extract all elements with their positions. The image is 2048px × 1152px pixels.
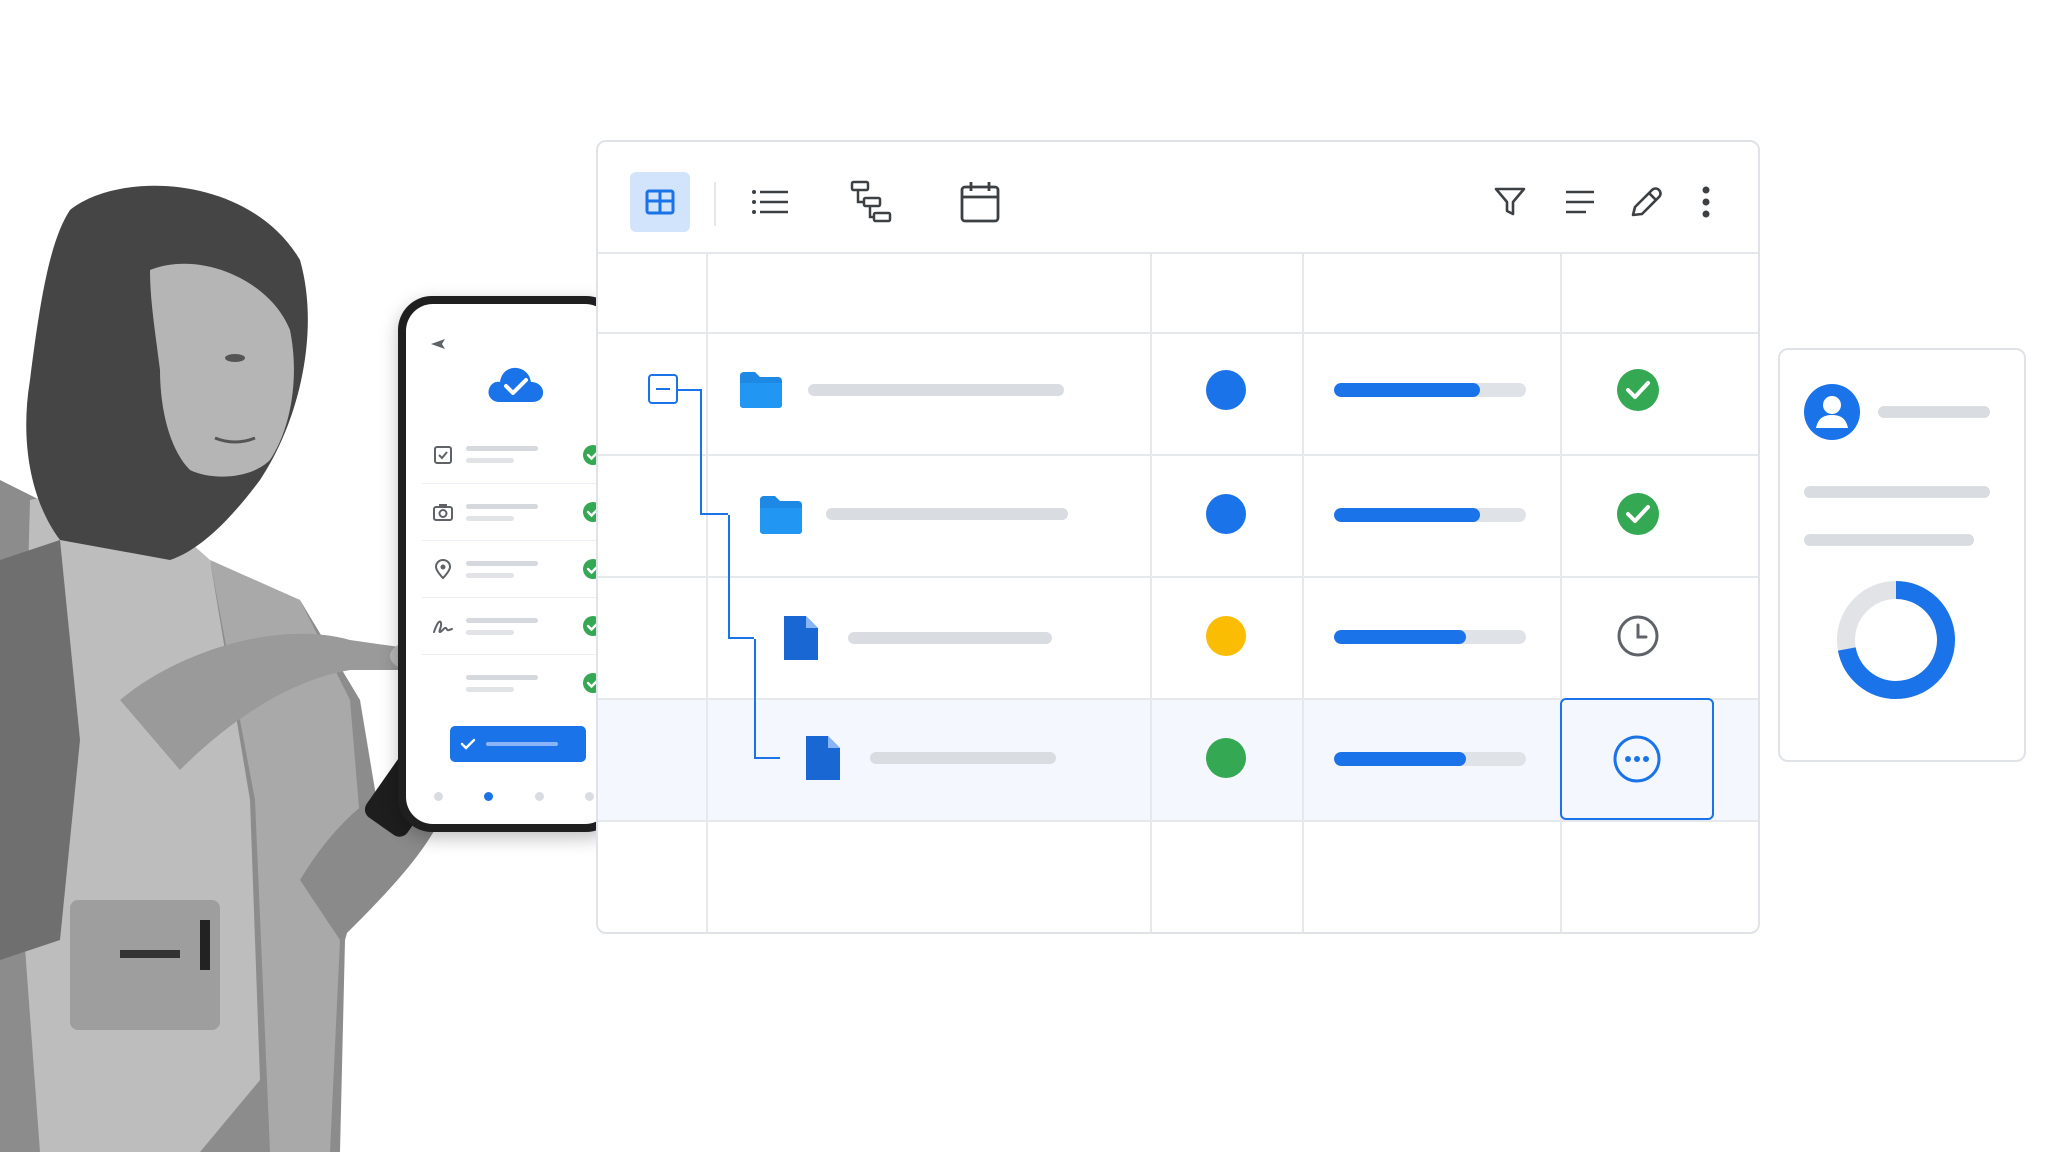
sort-button[interactable] bbox=[1558, 180, 1602, 224]
edit-button[interactable] bbox=[1624, 180, 1668, 224]
list-icon bbox=[752, 190, 788, 214]
camera-icon bbox=[433, 504, 453, 521]
stage bbox=[0, 0, 2048, 1152]
progress-bar bbox=[1334, 752, 1526, 766]
check-icon bbox=[460, 738, 476, 750]
selected-cell[interactable] bbox=[1560, 698, 1714, 820]
toolbar-divider bbox=[714, 182, 716, 226]
item-name-placeholder bbox=[848, 632, 1052, 644]
data-table-window bbox=[596, 140, 1760, 934]
row-divider bbox=[598, 576, 1758, 578]
progress-bar bbox=[1334, 383, 1526, 397]
summary-card bbox=[1778, 348, 2026, 762]
checklist-item[interactable] bbox=[422, 597, 612, 654]
signature-icon bbox=[433, 620, 453, 634]
progress-bar bbox=[1334, 630, 1526, 644]
page-dot[interactable] bbox=[534, 792, 544, 801]
phone-device bbox=[398, 296, 620, 832]
check-circle-icon bbox=[1617, 493, 1659, 535]
row-divider bbox=[598, 454, 1758, 456]
clock-icon bbox=[1617, 615, 1659, 657]
status-dot bbox=[1206, 616, 1246, 656]
page-indicator[interactable] bbox=[434, 792, 594, 801]
checkbox-icon bbox=[434, 445, 452, 464]
grid-icon bbox=[645, 189, 675, 215]
filter-icon bbox=[1494, 187, 1526, 216]
hierarchy-view-button[interactable] bbox=[842, 172, 902, 232]
folder-icon bbox=[740, 372, 782, 408]
collapse-toggle[interactable] bbox=[648, 374, 678, 404]
hierarchy-icon bbox=[850, 180, 892, 223]
tree-connector bbox=[678, 389, 700, 391]
page-dot[interactable] bbox=[434, 792, 443, 801]
submit-button[interactable] bbox=[450, 726, 586, 762]
calendar-icon bbox=[960, 182, 1000, 223]
row-divider bbox=[598, 332, 1758, 334]
checklist-item[interactable] bbox=[422, 654, 612, 711]
card-title-placeholder bbox=[1878, 406, 1990, 418]
check-circle-icon bbox=[1617, 369, 1659, 411]
page-dot-active[interactable] bbox=[484, 792, 494, 801]
location-icon bbox=[434, 558, 452, 580]
checklist-item[interactable] bbox=[422, 426, 612, 483]
filter-button[interactable] bbox=[1488, 180, 1532, 224]
checklist-item[interactable] bbox=[422, 483, 612, 540]
donut-chart bbox=[1837, 581, 1955, 699]
card-text-placeholder bbox=[1804, 534, 1974, 546]
row-divider bbox=[598, 820, 1758, 822]
checklist-item[interactable] bbox=[422, 540, 612, 597]
column-divider bbox=[1150, 254, 1152, 932]
card-text-placeholder bbox=[1804, 486, 1990, 498]
tree-connector bbox=[754, 639, 780, 759]
column-divider bbox=[1302, 254, 1304, 932]
grid-view-button[interactable] bbox=[630, 172, 690, 232]
toolbar bbox=[598, 142, 1758, 254]
calendar-view-button[interactable] bbox=[950, 172, 1010, 232]
airplane-icon bbox=[431, 339, 445, 349]
edit-icon bbox=[1631, 187, 1662, 217]
phone-checklist bbox=[422, 426, 612, 711]
document-icon bbox=[784, 616, 818, 660]
folder-icon bbox=[760, 496, 802, 534]
status-dot bbox=[1206, 738, 1246, 778]
more-vertical-icon bbox=[1702, 186, 1710, 218]
phone-screen bbox=[406, 304, 612, 824]
tree-connector bbox=[728, 515, 754, 639]
item-name-placeholder bbox=[870, 752, 1056, 764]
document-icon bbox=[806, 736, 840, 780]
column-divider bbox=[1560, 254, 1562, 932]
status-dot bbox=[1206, 370, 1246, 410]
list-view-button[interactable] bbox=[740, 172, 800, 232]
status-dot bbox=[1206, 494, 1246, 534]
tree-connector bbox=[700, 389, 728, 515]
sort-icon bbox=[1566, 190, 1594, 214]
column-divider bbox=[706, 254, 708, 932]
progress-bar bbox=[1334, 508, 1526, 522]
cloud-check-icon bbox=[488, 367, 544, 402]
item-name-placeholder bbox=[808, 384, 1064, 396]
item-name-placeholder bbox=[826, 508, 1068, 520]
more-horizontal-icon[interactable] bbox=[1612, 734, 1662, 784]
avatar-icon bbox=[1804, 384, 1860, 440]
page-dot[interactable] bbox=[584, 792, 594, 801]
more-options-button[interactable] bbox=[1684, 180, 1728, 224]
